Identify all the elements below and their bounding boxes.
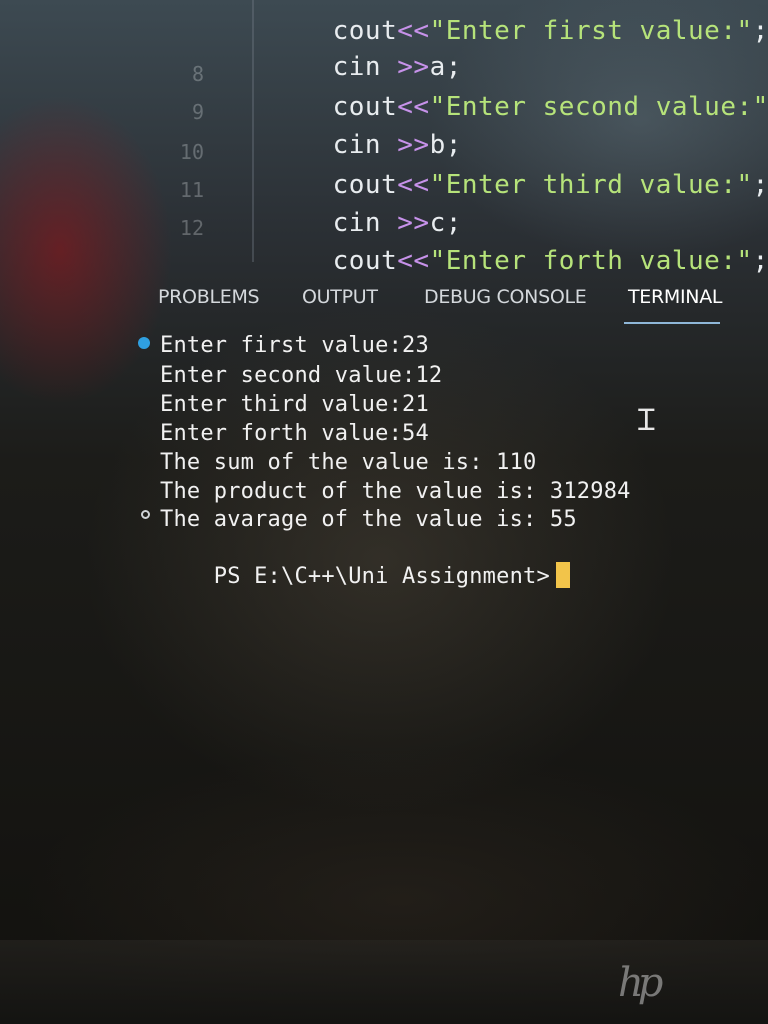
terminal-prompt-line[interactable]: PS E:\C++\Uni Assignment> <box>160 537 570 614</box>
tab-output[interactable]: OUTPUT <box>302 286 378 308</box>
code-string: "Enter first value:" <box>429 16 753 46</box>
terminal-line: Enter second value:12 <box>160 363 443 388</box>
command-pending-icon <box>141 510 150 519</box>
terminal-line: Enter first value:23 <box>160 333 429 358</box>
line-number: 8 <box>191 62 204 86</box>
command-success-icon <box>138 337 150 349</box>
line-number: 10 <box>179 140 204 164</box>
terminal-line: The product of the value is: 312984 <box>160 479 631 504</box>
terminal-line: The avarage of the value is: 55 <box>160 507 577 532</box>
text-cursor <box>555 562 570 588</box>
line-number: 11 <box>179 178 204 202</box>
panel-tab-bar: PROBLEMS OUTPUT DEBUG CONSOLE TERMINAL <box>150 278 740 328</box>
tab-debug-console[interactable]: DEBUG CONSOLE <box>424 286 587 308</box>
i-beam-cursor-icon: Ɪ <box>638 403 655 438</box>
terminal-line: Enter forth value:54 <box>160 421 429 446</box>
indent-guide <box>252 0 254 262</box>
line-number: 12 <box>179 216 204 240</box>
code-string: "Enter forth value:" <box>429 246 753 276</box>
terminal-line: Enter third value:21 <box>160 392 429 417</box>
hp-logo-icon: hp <box>618 960 663 1006</box>
code-editor[interactable]: 8 9 10 11 12 cout<< "Enter first value:";… <box>0 0 768 276</box>
active-tab-indicator <box>624 322 720 324</box>
terminal-line: The sum of the value is: 110 <box>160 450 537 475</box>
line-number: 9 <box>191 100 204 124</box>
tab-terminal[interactable]: TERMINAL <box>628 286 723 308</box>
code-semicolon: ; <box>752 16 768 46</box>
code-keyword: cout <box>332 246 398 276</box>
code-string: "Enter second value:" <box>429 92 768 122</box>
tab-problems[interactable]: PROBLEMS <box>158 286 260 308</box>
terminal-prompt: PS E:\C++\Uni Assignment> <box>213 564 550 589</box>
code-string: "Enter third value:" <box>429 170 753 200</box>
code-semicolon: ; <box>752 246 768 276</box>
code-semicolon: ; <box>752 170 768 200</box>
code-operator: << <box>397 246 430 276</box>
